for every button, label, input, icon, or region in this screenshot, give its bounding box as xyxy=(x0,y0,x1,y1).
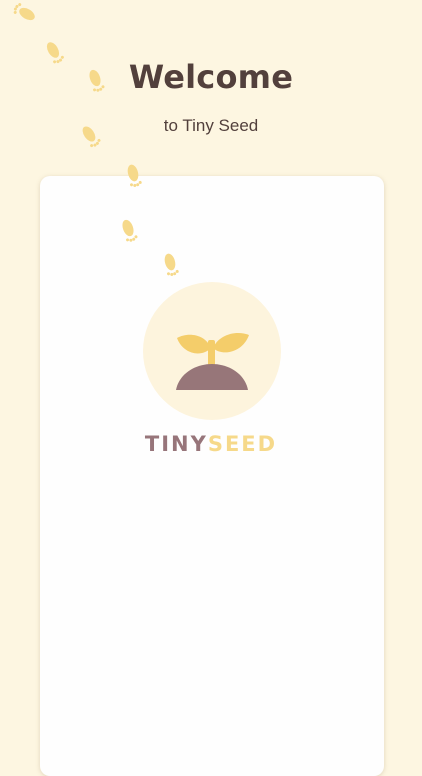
welcome-title: Welcome xyxy=(128,58,294,96)
brand-name-part-1: TINY xyxy=(144,432,208,456)
welcome-subtitle: to Tiny Seed xyxy=(163,116,259,135)
content-card xyxy=(40,176,384,776)
footprint-icon xyxy=(13,3,35,21)
brand-name-part-2: SEED xyxy=(207,432,278,456)
welcome-screen: Welcome to Tiny Seed TINYSEED xyxy=(0,0,422,776)
brand-wordmark: TINYSEED xyxy=(0,432,422,456)
sprout-icon xyxy=(176,332,249,390)
app-logo xyxy=(143,282,281,420)
